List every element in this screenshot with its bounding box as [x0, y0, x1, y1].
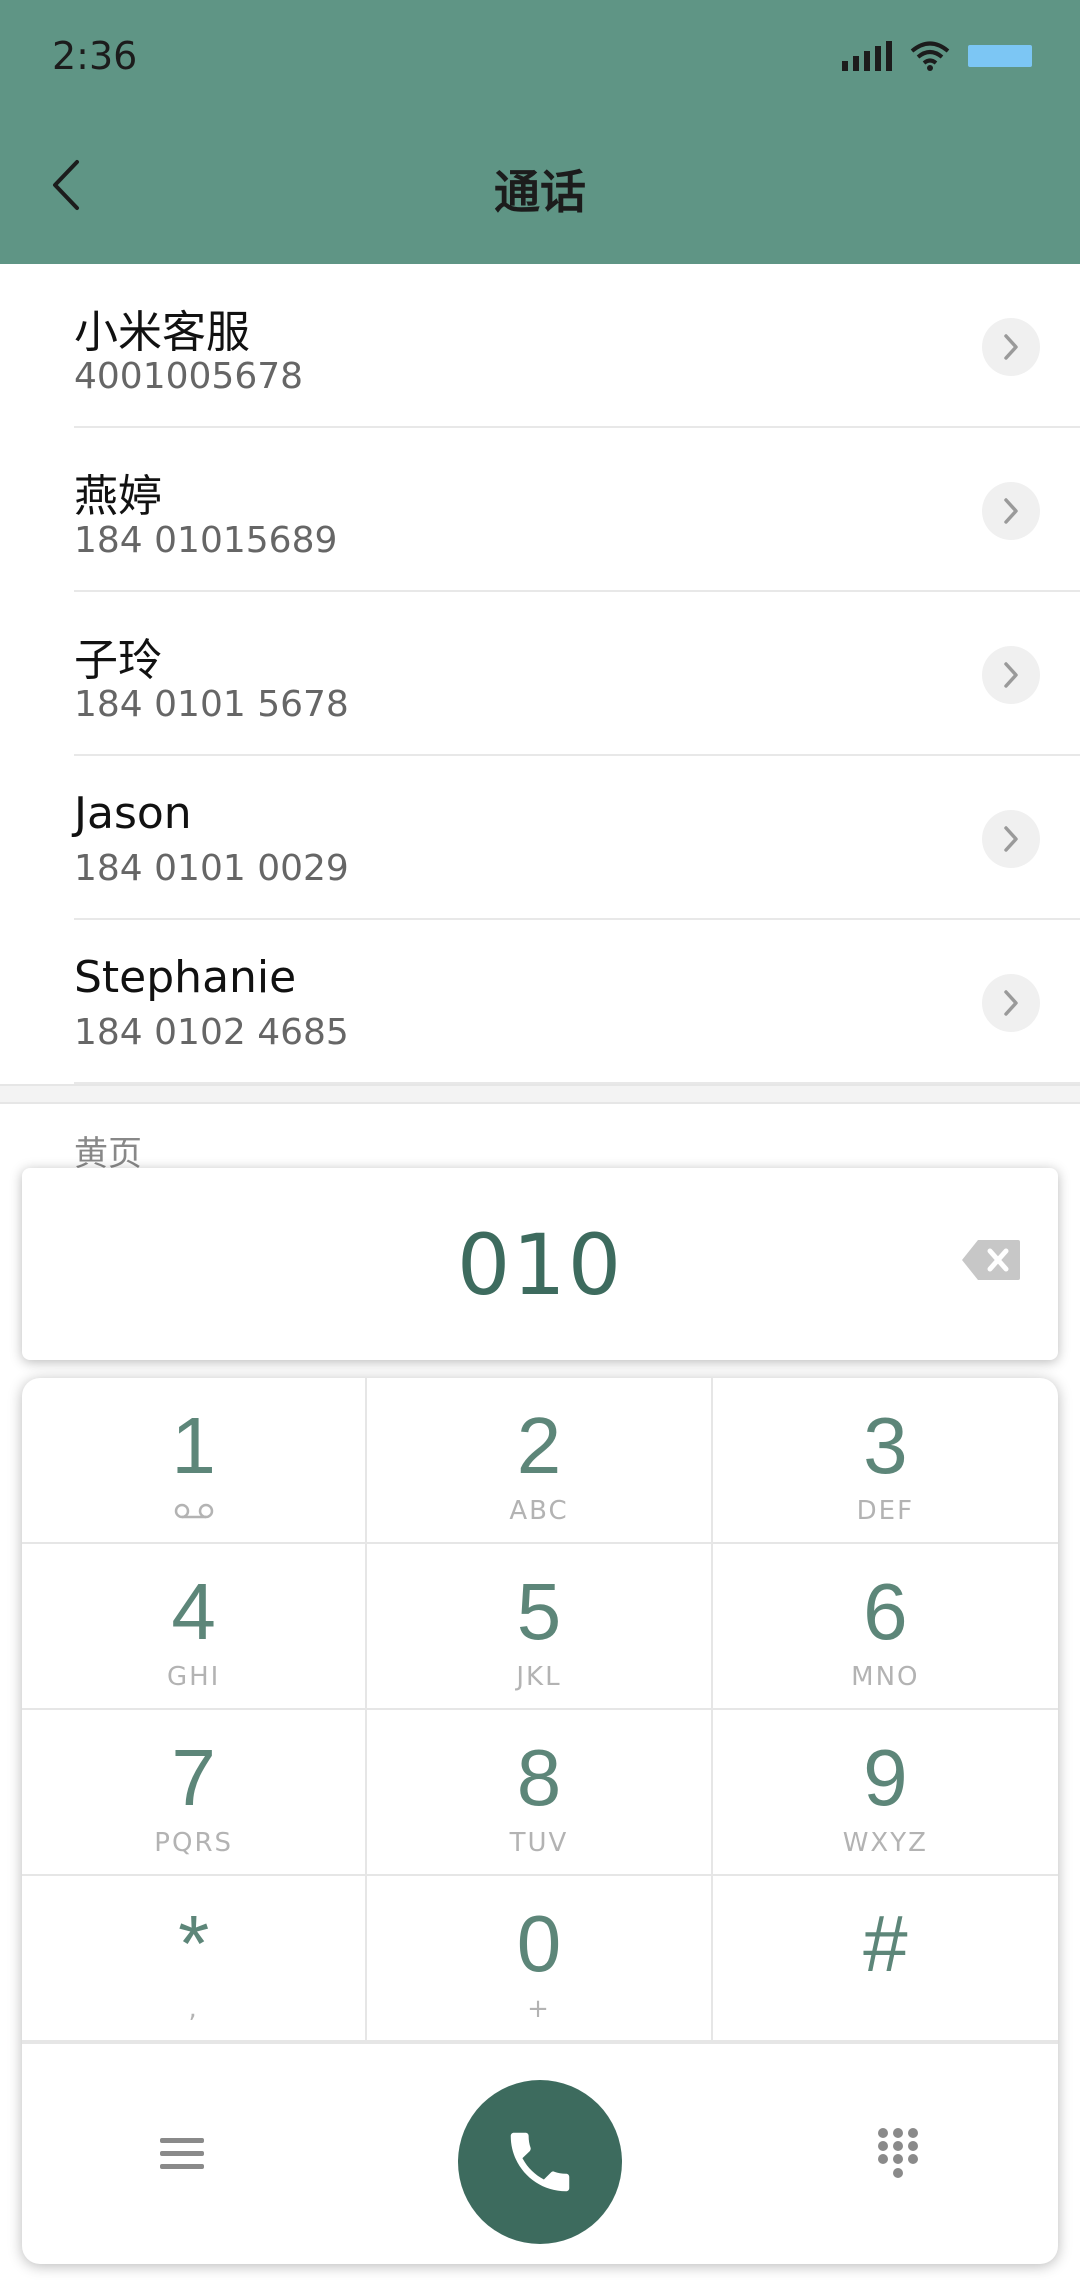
key-digit: 1: [171, 1401, 216, 1490]
key-hash[interactable]: #: [712, 1876, 1058, 2042]
chevron-right-icon: [1004, 498, 1018, 524]
key-2[interactable]: 2 ABC: [367, 1378, 713, 1544]
key-letters: ,: [188, 1994, 199, 2024]
contact-name: Jason: [74, 788, 192, 839]
header-bar: 2:36 通话: [0, 0, 1080, 264]
chevron-right-icon: [1004, 334, 1018, 360]
signal-icon: [842, 41, 892, 71]
chevron-right-icon: [1004, 662, 1018, 688]
key-letters: DEF: [856, 1496, 915, 1526]
key-digit: 0: [516, 1899, 562, 1988]
battery-icon: [968, 45, 1032, 67]
key-digit: 8: [516, 1733, 562, 1822]
key-digit: 3: [863, 1401, 908, 1490]
dialer-screen: 2:36 通话 小米客服 4001005678 燕婷 184 01015689 …: [0, 0, 1080, 2280]
key-digit: 5: [516, 1567, 562, 1656]
key-letters: JKL: [516, 1662, 562, 1692]
key-digit: 9: [863, 1733, 908, 1822]
contact-number: 184 0101 0029: [74, 848, 349, 889]
contact-number: 4001005678: [74, 356, 304, 397]
key-digit: 4: [171, 1567, 216, 1656]
key-0[interactable]: 0 +: [367, 1876, 713, 2042]
contact-number: 184 0101 5678: [74, 684, 349, 725]
dialed-number: 010: [456, 1216, 624, 1314]
status-time: 2:36: [52, 34, 138, 78]
page-title: 通话: [494, 165, 586, 219]
key-6[interactable]: 6 MNO: [712, 1544, 1058, 1710]
key-digit: 7: [171, 1733, 216, 1822]
contact-row[interactable]: 小米客服 4001005678: [0, 264, 1080, 428]
backspace-icon[interactable]: [960, 1238, 1022, 1282]
status-icons: [842, 40, 1032, 72]
contact-name: 燕婷: [74, 471, 162, 522]
keypad-grid: 1 2 ABC 3 DEF 4 GHI 5 JKL 6 MNO 7 PQRS 8…: [22, 1378, 1058, 2042]
contact-name: 子玲: [74, 635, 162, 686]
key-7[interactable]: 7 PQRS: [22, 1710, 368, 1876]
key-letters: ABC: [509, 1496, 569, 1526]
dial-keypad: 1 2 ABC 3 DEF 4 GHI 5 JKL 6 MNO 7 PQRS 8…: [22, 1378, 1058, 2264]
contact-detail-button[interactable]: [982, 810, 1040, 868]
key-1[interactable]: 1: [22, 1378, 368, 1544]
key-8[interactable]: 8 TUV: [367, 1710, 713, 1876]
dialpad-icon[interactable]: [876, 2126, 920, 2182]
chevron-right-icon: [1004, 826, 1018, 852]
call-button[interactable]: [458, 2080, 622, 2244]
chevron-right-icon: [1004, 990, 1018, 1016]
key-letters: WXYZ: [842, 1828, 928, 1858]
key-letters: TUV: [509, 1828, 569, 1858]
contact-number: 184 01015689: [74, 520, 338, 561]
section-divider: [0, 1084, 1080, 1104]
key-letters: GHI: [166, 1662, 221, 1692]
contact-number: 184 0102 4685: [74, 1012, 349, 1053]
contact-detail-button[interactable]: [982, 318, 1040, 376]
contact-row[interactable]: Stephanie 184 0102 4685: [0, 920, 1080, 1084]
menu-icon[interactable]: [158, 2134, 206, 2174]
contact-detail-button[interactable]: [982, 974, 1040, 1032]
contact-name: Stephanie: [74, 952, 297, 1003]
key-3[interactable]: 3 DEF: [712, 1378, 1058, 1544]
contact-row[interactable]: 子玲 184 0101 5678: [0, 592, 1080, 756]
contact-name: 小米客服: [74, 307, 250, 358]
key-digit: 2: [516, 1401, 562, 1490]
dialer-action-bar: [22, 2042, 1058, 2264]
phone-icon: [510, 2132, 570, 2192]
wifi-icon: [910, 41, 950, 71]
contact-row[interactable]: 燕婷 184 01015689: [0, 428, 1080, 592]
key-digit: 6: [863, 1567, 908, 1656]
contact-list: 小米客服 4001005678 燕婷 184 01015689 子玲 184 0…: [0, 264, 1080, 1084]
key-digit: #: [863, 1899, 908, 1988]
contact-row[interactable]: Jason 184 0101 0029: [0, 756, 1080, 920]
key-4[interactable]: 4 GHI: [22, 1544, 368, 1710]
contact-detail-button[interactable]: [982, 482, 1040, 540]
key-digit: *: [178, 1899, 210, 1988]
contact-detail-button[interactable]: [982, 646, 1040, 704]
key-letters: MNO: [851, 1662, 920, 1692]
key-letters: +: [527, 1994, 551, 2024]
voicemail-icon: [174, 1503, 213, 1519]
key-letters: PQRS: [154, 1828, 234, 1858]
key-9[interactable]: 9 WXYZ: [712, 1710, 1058, 1876]
dial-display: 010: [22, 1168, 1058, 1360]
key-star[interactable]: * ,: [22, 1876, 368, 2042]
key-5[interactable]: 5 JKL: [367, 1544, 713, 1710]
